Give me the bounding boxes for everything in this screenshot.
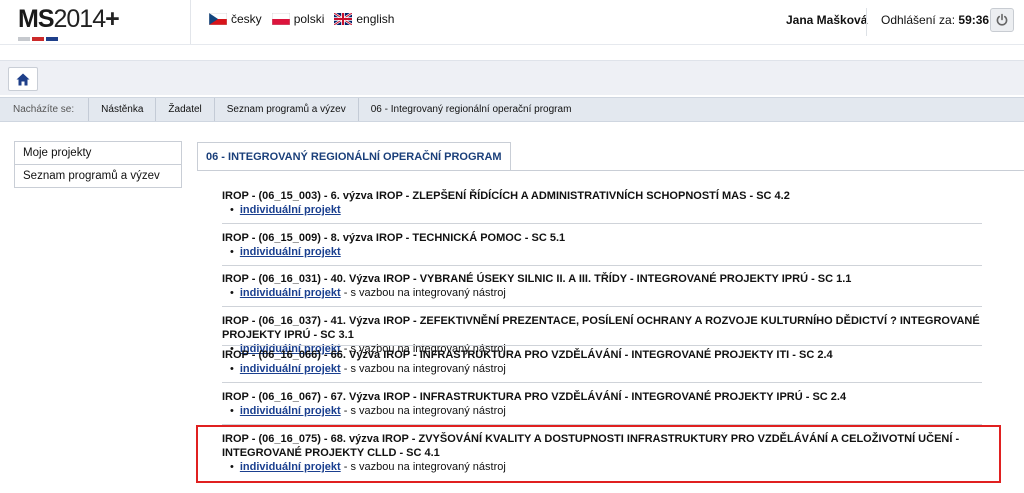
list-divider (222, 345, 982, 346)
logout-button[interactable] (990, 8, 1014, 32)
power-icon (996, 13, 1008, 26)
list-divider (222, 306, 982, 307)
breadcrumb-item-seznam[interactable]: Seznam programů a výzev (213, 98, 358, 121)
highlight-box (196, 425, 1001, 483)
individual-project-link[interactable]: individuální projekt (240, 287, 341, 299)
individual-project-link[interactable]: individuální projekt (240, 405, 341, 417)
cz-flag-icon (209, 13, 227, 25)
breadcrumb-item-zadatel[interactable]: Žadatel (155, 98, 213, 121)
individual-project-link[interactable]: individuální projekt (240, 363, 341, 375)
individual-project-link[interactable]: individuální projekt (240, 204, 341, 216)
home-button[interactable] (8, 67, 38, 91)
breadcrumb-item-nastenka[interactable]: Nástěnka (88, 98, 155, 121)
menu-item-moje-projekty[interactable]: Moje projekty (14, 141, 182, 165)
breadcrumb-item-current: 06 - Integrovaný regionální operační pro… (357, 98, 584, 121)
list-item: IROP - (06_16_031) - 40. Výzva IROP - VY… (222, 272, 984, 300)
call-title: IROP - (06_16_037) - 41. Výzva IROP - ZE… (222, 315, 980, 341)
breadcrumb-label: Nacházíte se: (13, 104, 75, 115)
pl-flag-icon (271, 13, 290, 25)
list-item: IROP - (06_16_066) - 66. Výzva IROP - IN… (222, 348, 984, 376)
app-header: MS2014+ česky polski english Jana Maškov… (0, 0, 1024, 45)
menu-item-seznam-programu[interactable]: Seznam programů a výzev (14, 164, 182, 188)
home-icon (16, 73, 30, 85)
list-divider (222, 382, 982, 383)
ms2014-logo: MS2014+ (18, 5, 120, 33)
list-item: IROP - (06_16_067) - 67. Výzva IROP - IN… (222, 390, 984, 418)
uk-flag-icon (334, 13, 353, 25)
list-divider (222, 223, 982, 224)
call-title: IROP - (06_16_067) - 67. Výzva IROP - IN… (222, 391, 847, 403)
call-title: IROP - (06_15_009) - 8. výzva IROP - TEC… (222, 232, 566, 244)
logo-color-bars (18, 32, 60, 41)
header-divider (190, 0, 191, 44)
tab-underline (197, 170, 1024, 171)
call-title: IROP - (06_15_003) - 6. výzva IROP - ZLE… (222, 190, 790, 202)
lang-en[interactable]: english (334, 12, 394, 26)
tab-irop[interactable]: 06 - INTEGROVANÝ REGIONÁLNÍ OPERAČNÍ PRO… (197, 142, 511, 171)
call-title: IROP - (06_16_066) - 66. Výzva IROP - IN… (222, 349, 833, 361)
header-divider-right (866, 8, 867, 36)
language-switcher: česky polski english (209, 12, 404, 26)
list-item: IROP - (06_15_009) - 8. výzva IROP - TEC… (222, 231, 984, 259)
toolbar (0, 60, 1024, 95)
individual-project-link[interactable]: individuální projekt (240, 246, 341, 258)
list-divider (222, 265, 982, 266)
call-title: IROP - (06_16_031) - 40. Výzva IROP - VY… (222, 273, 852, 285)
user-name[interactable]: Jana Mašková (786, 13, 867, 27)
breadcrumb: Nacházíte se: Nástěnka Žadatel Seznam pr… (0, 97, 1024, 122)
logout-timer: Odhlášení za: 59:36 (881, 13, 990, 27)
lang-cz[interactable]: česky (209, 12, 262, 26)
lang-pl[interactable]: polski (271, 12, 324, 26)
list-item: IROP - (06_15_003) - 6. výzva IROP - ZLE… (222, 189, 984, 217)
left-menu: Moje projekty Seznam programů a výzev (14, 141, 182, 188)
